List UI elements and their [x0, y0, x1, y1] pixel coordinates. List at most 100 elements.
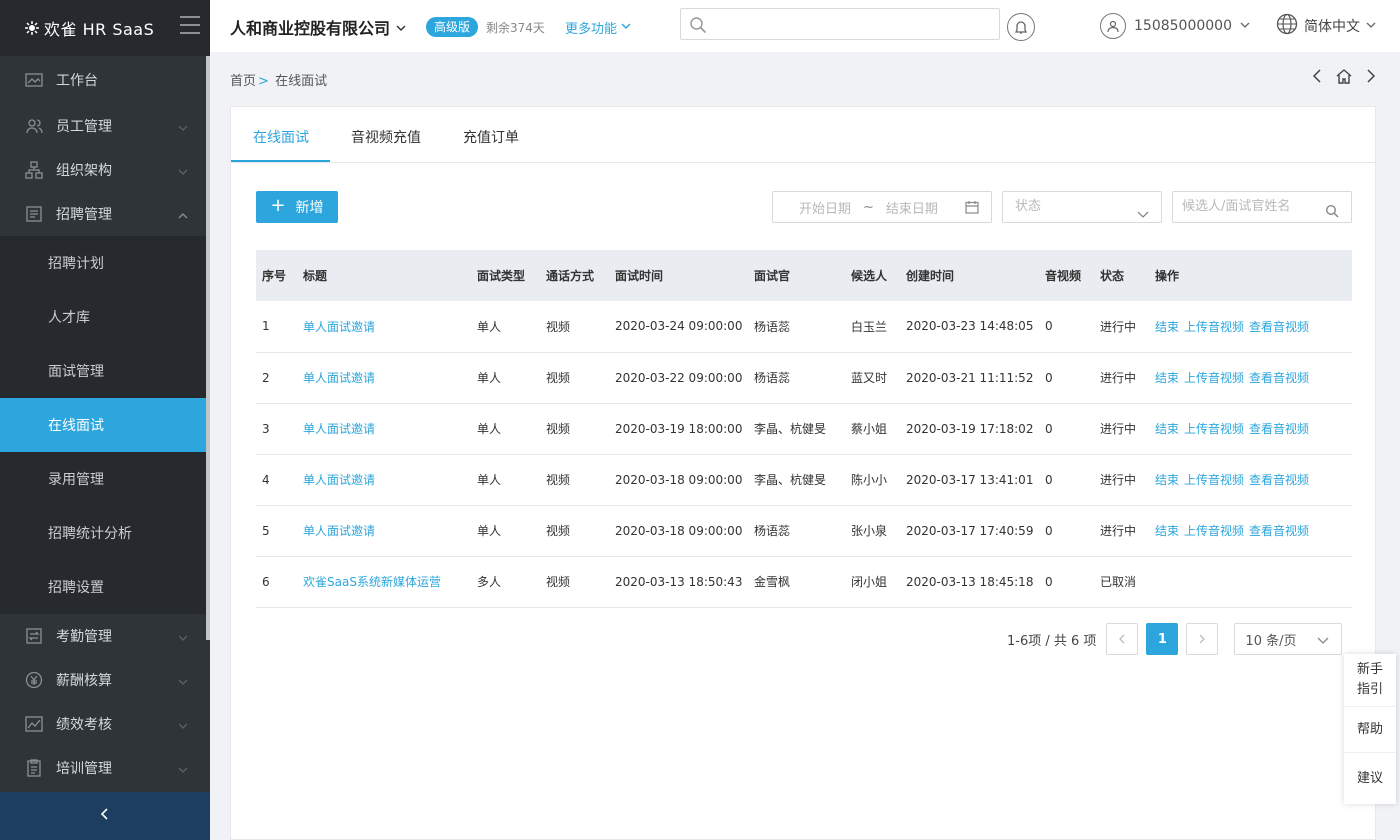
- suggest-button[interactable]: 建议: [1344, 753, 1396, 805]
- breadcrumb-home[interactable]: 首页: [230, 74, 256, 89]
- plan-badge: 高级版: [426, 17, 479, 37]
- end-interview-link[interactable]: 结束: [1155, 371, 1179, 385]
- home-icon[interactable]: [1336, 68, 1352, 84]
- cell-call: 视频: [540, 556, 609, 608]
- view-av-link[interactable]: 查看音视频: [1249, 422, 1309, 436]
- upload-av-link[interactable]: 上传音视频: [1184, 524, 1244, 538]
- end-interview-link[interactable]: 结束: [1155, 320, 1179, 334]
- sidebar-scrollbar[interactable]: [206, 56, 210, 640]
- cell-created: 2020-03-19 17:18:02: [900, 403, 1039, 455]
- start-date-input[interactable]: 开始日期: [799, 198, 851, 217]
- upload-av-link[interactable]: 上传音视频: [1184, 422, 1244, 436]
- chevron-right-icon[interactable]: [1362, 68, 1378, 84]
- status-select[interactable]: 状态: [1002, 191, 1162, 223]
- sidebar-item-label: 薪酬核算: [56, 673, 112, 689]
- column-header: 状态: [1094, 250, 1149, 301]
- end-interview-link[interactable]: 结束: [1155, 422, 1179, 436]
- page-nav: [1310, 68, 1378, 84]
- company-name: 人和商业控股有限公司: [230, 19, 391, 38]
- sidebar-subitem-plan[interactable]: 招聘计划: [0, 236, 210, 290]
- sidebar-collapse-button[interactable]: [0, 792, 210, 840]
- brand-logo: 欢雀 HR SaaS: [24, 16, 154, 40]
- menu-toggle-icon[interactable]: [180, 16, 200, 34]
- cell-created: 2020-03-17 17:40:59: [900, 505, 1039, 557]
- page-button-current[interactable]: 1: [1146, 623, 1179, 655]
- tab-recharge-orders[interactable]: 充值订单: [463, 127, 519, 147]
- cell-status: 已取消: [1094, 556, 1149, 608]
- cell-title[interactable]: 单人面试邀请: [297, 403, 471, 455]
- view-av-link[interactable]: 查看音视频: [1249, 320, 1309, 334]
- sidebar-item-workbench[interactable]: 工作台: [0, 56, 210, 104]
- cell-status: 进行中: [1094, 505, 1149, 557]
- sidebar-subitem-interview[interactable]: 面试管理: [0, 344, 210, 398]
- date-range-picker[interactable]: 开始日期 ~ 结束日期: [772, 191, 992, 223]
- cell-time: 2020-03-18 09:00:00: [609, 454, 748, 506]
- language-switcher[interactable]: 简体中文: [1276, 13, 1376, 39]
- end-date-input[interactable]: 结束日期: [886, 198, 938, 217]
- bell-icon[interactable]: [1007, 13, 1035, 41]
- sidebar-subitem-label: 面试管理: [48, 364, 104, 380]
- cell-av: 0: [1039, 403, 1094, 455]
- breadcrumb: 首页 > 在线面试: [230, 70, 327, 89]
- next-page-button[interactable]: [1186, 623, 1219, 655]
- chevron-down-icon: [178, 165, 188, 175]
- end-interview-link[interactable]: 结束: [1155, 473, 1179, 487]
- sidebar-item-performance[interactable]: 绩效考核: [0, 702, 210, 746]
- view-av-link[interactable]: 查看音视频: [1249, 371, 1309, 385]
- upload-av-link[interactable]: 上传音视频: [1184, 320, 1244, 334]
- view-av-link[interactable]: 查看音视频: [1249, 524, 1309, 538]
- more-features-dropdown[interactable]: 更多功能: [565, 18, 631, 37]
- chevron-down-icon: [178, 763, 188, 773]
- chevron-down-icon: [621, 20, 631, 35]
- cell-title[interactable]: 欢雀SaaS系统新媒体运营: [297, 556, 471, 608]
- sidebar-subitem-online-interview[interactable]: 在线面试: [0, 398, 206, 452]
- sidebar-item-training[interactable]: 培训管理: [0, 746, 210, 790]
- page-size-select[interactable]: 10 条/页: [1234, 623, 1343, 655]
- sidebar-item-label: 招聘管理: [56, 207, 112, 223]
- sidebar-subitem-talent[interactable]: 人才库: [0, 290, 210, 344]
- sidebar-item-org[interactable]: 组织架构: [0, 148, 210, 192]
- column-header: 通话方式: [540, 250, 609, 301]
- cell-status: 进行中: [1094, 454, 1149, 506]
- prev-page-button[interactable]: [1106, 623, 1139, 655]
- cell-title[interactable]: 单人面试邀请: [297, 301, 471, 353]
- name-search-input[interactable]: 候选人/面试官姓名: [1172, 191, 1352, 223]
- global-search-input[interactable]: [680, 8, 1000, 40]
- tab-av-recharge[interactable]: 音视频充值: [351, 127, 421, 147]
- cell-no: 2: [256, 352, 297, 404]
- chevron-left-icon[interactable]: [1310, 68, 1326, 84]
- sidebar-item-employees[interactable]: 员工管理: [0, 104, 210, 148]
- upload-av-link[interactable]: 上传音视频: [1184, 371, 1244, 385]
- cell-av: 0: [1039, 505, 1094, 557]
- end-interview-link[interactable]: 结束: [1155, 524, 1179, 538]
- sidebar-subitem-stats[interactable]: 招聘统计分析: [0, 506, 210, 560]
- sidebar-item-recruit[interactable]: 招聘管理: [0, 192, 210, 236]
- attendance-icon: [24, 627, 44, 645]
- column-header: 面试类型: [471, 250, 540, 301]
- table-row: 2 单人面试邀请 单人 视频 2020-03-22 09:00:00 杨语蕊 蓝又时 2020…: [256, 352, 1352, 404]
- chevron-down-icon: [1137, 202, 1149, 218]
- tab-active-indicator: [231, 160, 330, 162]
- cell-candidate: 闭小姐: [845, 556, 900, 608]
- status-select-placeholder: 状态: [1015, 199, 1042, 214]
- search-icon[interactable]: [1325, 200, 1339, 218]
- cell-title[interactable]: 单人面试邀请: [297, 352, 471, 404]
- sidebar-subitem-hire[interactable]: 录用管理: [0, 452, 210, 506]
- cell-interviewer: 金雪枫: [748, 556, 845, 608]
- date-range-separator: ~: [863, 199, 874, 215]
- beginner-guide-button[interactable]: 新手 指引: [1344, 654, 1396, 707]
- view-av-link[interactable]: 查看音视频: [1249, 473, 1309, 487]
- tab-online-interview[interactable]: 在线面试: [253, 127, 309, 147]
- upload-av-link[interactable]: 上传音视频: [1184, 473, 1244, 487]
- sidebar-subitem-settings[interactable]: 招聘设置: [0, 560, 210, 614]
- user-menu[interactable]: 15085000000: [1100, 13, 1250, 39]
- column-header: 面试时间: [609, 250, 748, 301]
- sidebar-item-salary[interactable]: 薪酬核算: [0, 658, 210, 702]
- company-switcher[interactable]: 人和商业控股有限公司: [230, 15, 406, 39]
- sidebar-item-attendance[interactable]: 考勤管理: [0, 614, 210, 658]
- help-button[interactable]: 帮助: [1344, 707, 1396, 753]
- table-row: 3 单人面试邀请 单人 视频 2020-03-19 18:00:00 李晶、杭健旻 蔡小姐 2…: [256, 403, 1352, 455]
- add-button[interactable]: + 新增: [256, 191, 338, 223]
- cell-title[interactable]: 单人面试邀请: [297, 454, 471, 506]
- cell-title[interactable]: 单人面试邀请: [297, 505, 471, 557]
